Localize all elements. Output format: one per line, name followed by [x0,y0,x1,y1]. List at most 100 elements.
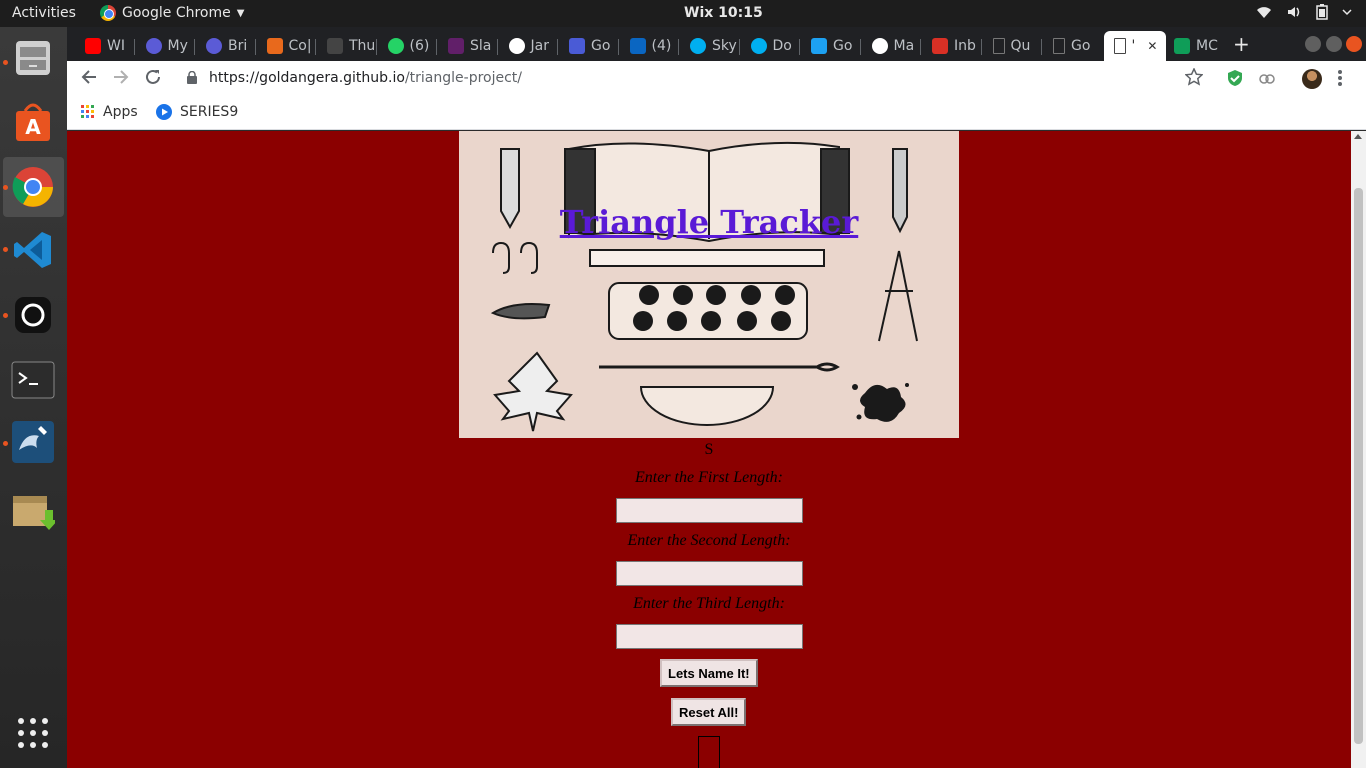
browser-tab[interactable]: WI [75,31,133,61]
tab-title: Go [1071,38,1091,54]
power-menu-icon [1342,9,1352,16]
browser-tab[interactable]: Go [559,31,617,61]
browser-tab[interactable]: (4) [620,31,678,61]
tab-separator [859,39,861,55]
twitter-icon [811,38,827,54]
browser-toolbar: https://goldangera.github.io/triangle-pr… [67,61,1366,97]
dock: A [0,27,67,768]
bookmark-apps[interactable]: Apps [81,104,138,120]
maximize-button[interactable] [1326,36,1342,52]
activities-button[interactable]: Activities [12,5,76,21]
browser-tab[interactable]: My [136,31,194,61]
clock[interactable]: Wix 10:15 [684,5,763,21]
package-download-icon [13,496,55,530]
profile-avatar[interactable] [1302,69,1322,89]
third-length-input[interactable] [616,624,803,649]
browser-tab[interactable]: Thu [317,31,375,61]
tab-separator [436,39,437,55]
scrollbar-thumb[interactable] [1354,188,1363,744]
tab-title: (6) [409,38,430,54]
forward-button[interactable] [110,68,132,90]
running-indicator [3,60,8,65]
back-button[interactable] [78,68,100,90]
second-length-input[interactable] [616,561,803,586]
first-length-input[interactable] [616,498,803,523]
close-window-button[interactable] [1346,36,1362,52]
bookmark-star-button[interactable] [1184,67,1204,90]
browser-tab[interactable]: Go [801,31,859,61]
dolphin-wrench-icon [12,421,54,463]
tab-separator [617,39,619,55]
dock-software-center[interactable]: A [10,99,56,145]
browser-tab[interactable]: Ma [862,31,920,61]
browser-tab[interactable]: (6) [378,31,436,61]
tab-title: Jar [530,38,549,54]
scroll-up-arrow-icon[interactable] [1354,134,1362,139]
dock-mysql-workbench[interactable] [10,419,56,465]
blank-icon [327,38,343,54]
dock-camera-app[interactable] [10,292,56,338]
tab-title: ' [1131,38,1136,54]
new-tab-button[interactable]: + [1233,32,1250,56]
battery-icon [1316,4,1328,20]
browser-tab[interactable]: Bri [196,31,254,61]
chrome-icon [12,167,53,207]
bookmark-apps-label: Apps [103,104,138,120]
first-length-label: Enter the First Length: [635,469,783,486]
skype-icon [750,38,767,54]
dock-show-apps[interactable] [10,710,56,756]
app-menu[interactable]: Google Chrome ▼ [100,5,244,21]
tab-title: Thu [349,38,375,54]
extension-shield-button[interactable] [1227,69,1243,91]
browser-tab[interactable]: ' ✕ [1103,31,1166,61]
vscode-icon [14,232,51,268]
circle-logo-icon [206,38,222,54]
address-bar[interactable]: https://goldangera.github.io/triangle-pr… [177,65,1207,93]
browser-tab[interactable]: Do [741,31,799,61]
extension-cloud-button[interactable] [1258,69,1276,91]
reset-all-button[interactable]: Reset All! [671,698,747,726]
slack-icon [448,38,464,54]
tab-title: MC [1196,38,1218,54]
terminal-icon [11,361,55,399]
school-supplies-sketch-illustration [490,141,918,432]
url-path: /triangle-project/ [404,70,523,86]
tab-title: WI [107,38,125,54]
name-triangle-button[interactable]: Lets Name It! [660,659,758,687]
browser-tab[interactable]: MC [1164,31,1222,61]
wifi-icon [1257,7,1271,18]
tab-separator [315,39,316,55]
app-name: Google Chrome [122,5,231,21]
chrome-icon [100,5,116,21]
tab-title: Go [591,38,611,54]
browser-tab[interactable]: Inb [922,31,980,61]
page-title[interactable]: Triangle Tracker [459,203,959,241]
page-scrollbar[interactable] [1351,131,1366,768]
close-tab-icon[interactable]: ✕ [1147,39,1157,53]
browser-tab[interactable]: Go [1043,31,1101,61]
bookmarks-bar: Apps SERIES9 [67,97,1366,130]
file-cabinet-icon [16,41,50,75]
tab-separator [799,39,800,55]
browser-tab[interactable]: Sla [438,31,496,61]
reload-button[interactable] [142,68,164,90]
system-top-bar: Activities Google Chrome ▼ Wix 10:15 [0,0,1366,27]
dock-vscode[interactable] [10,227,56,273]
github-icon [508,38,525,54]
system-tray[interactable] [1256,4,1352,20]
arrow-left-icon [81,70,96,84]
dock-files[interactable] [10,35,56,81]
minimize-button[interactable] [1305,36,1321,52]
tab-title: Co| [288,38,312,54]
dock-chrome[interactable] [10,164,56,210]
browser-tab[interactable]: Qu [983,31,1041,61]
bookmark-series9[interactable]: SERIES9 [156,104,238,120]
browser-tab[interactable]: Co| [257,31,315,61]
chrome-menu-button[interactable] [1337,69,1343,91]
github-icon [871,38,888,54]
browser-tab[interactable]: Sky [680,31,738,61]
browser-tab[interactable]: Jar [499,31,557,61]
dock-terminal[interactable] [10,357,56,403]
app-grid-icon [18,718,48,748]
dock-archive-manager[interactable] [10,487,56,533]
